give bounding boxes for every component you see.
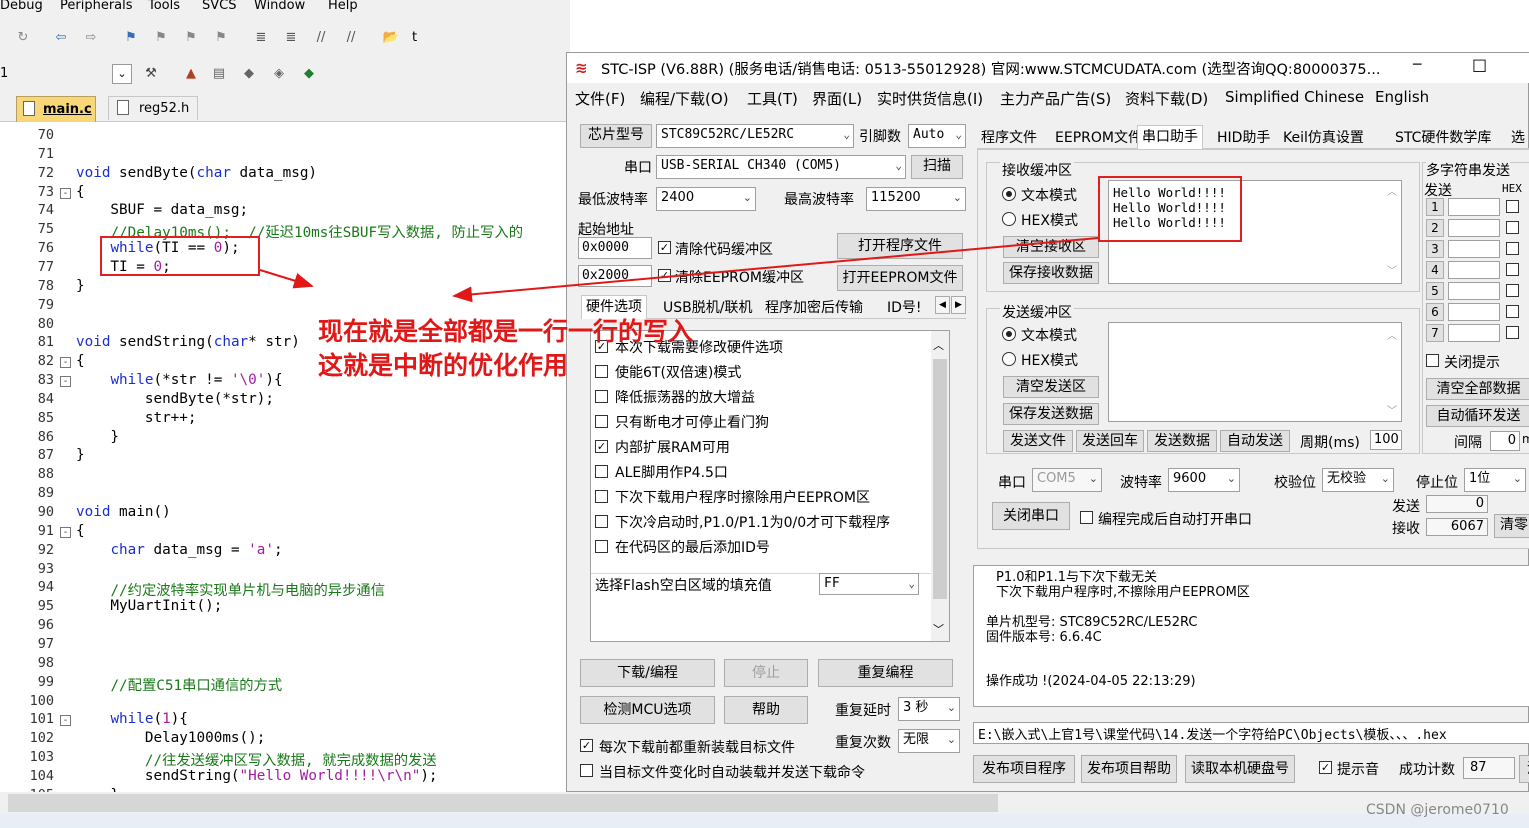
annotation-line-2: 这就是中断的优化作用 (318, 351, 569, 380)
annotation-line-1: 现在就是全部都是一行一行的写入 (318, 317, 694, 346)
arrow-code (259, 269, 314, 289)
watermark: CSDN @jerome0710 (1366, 802, 1509, 818)
arrow-receive (452, 237, 1099, 303)
annotation-arrows (259, 237, 1099, 303)
